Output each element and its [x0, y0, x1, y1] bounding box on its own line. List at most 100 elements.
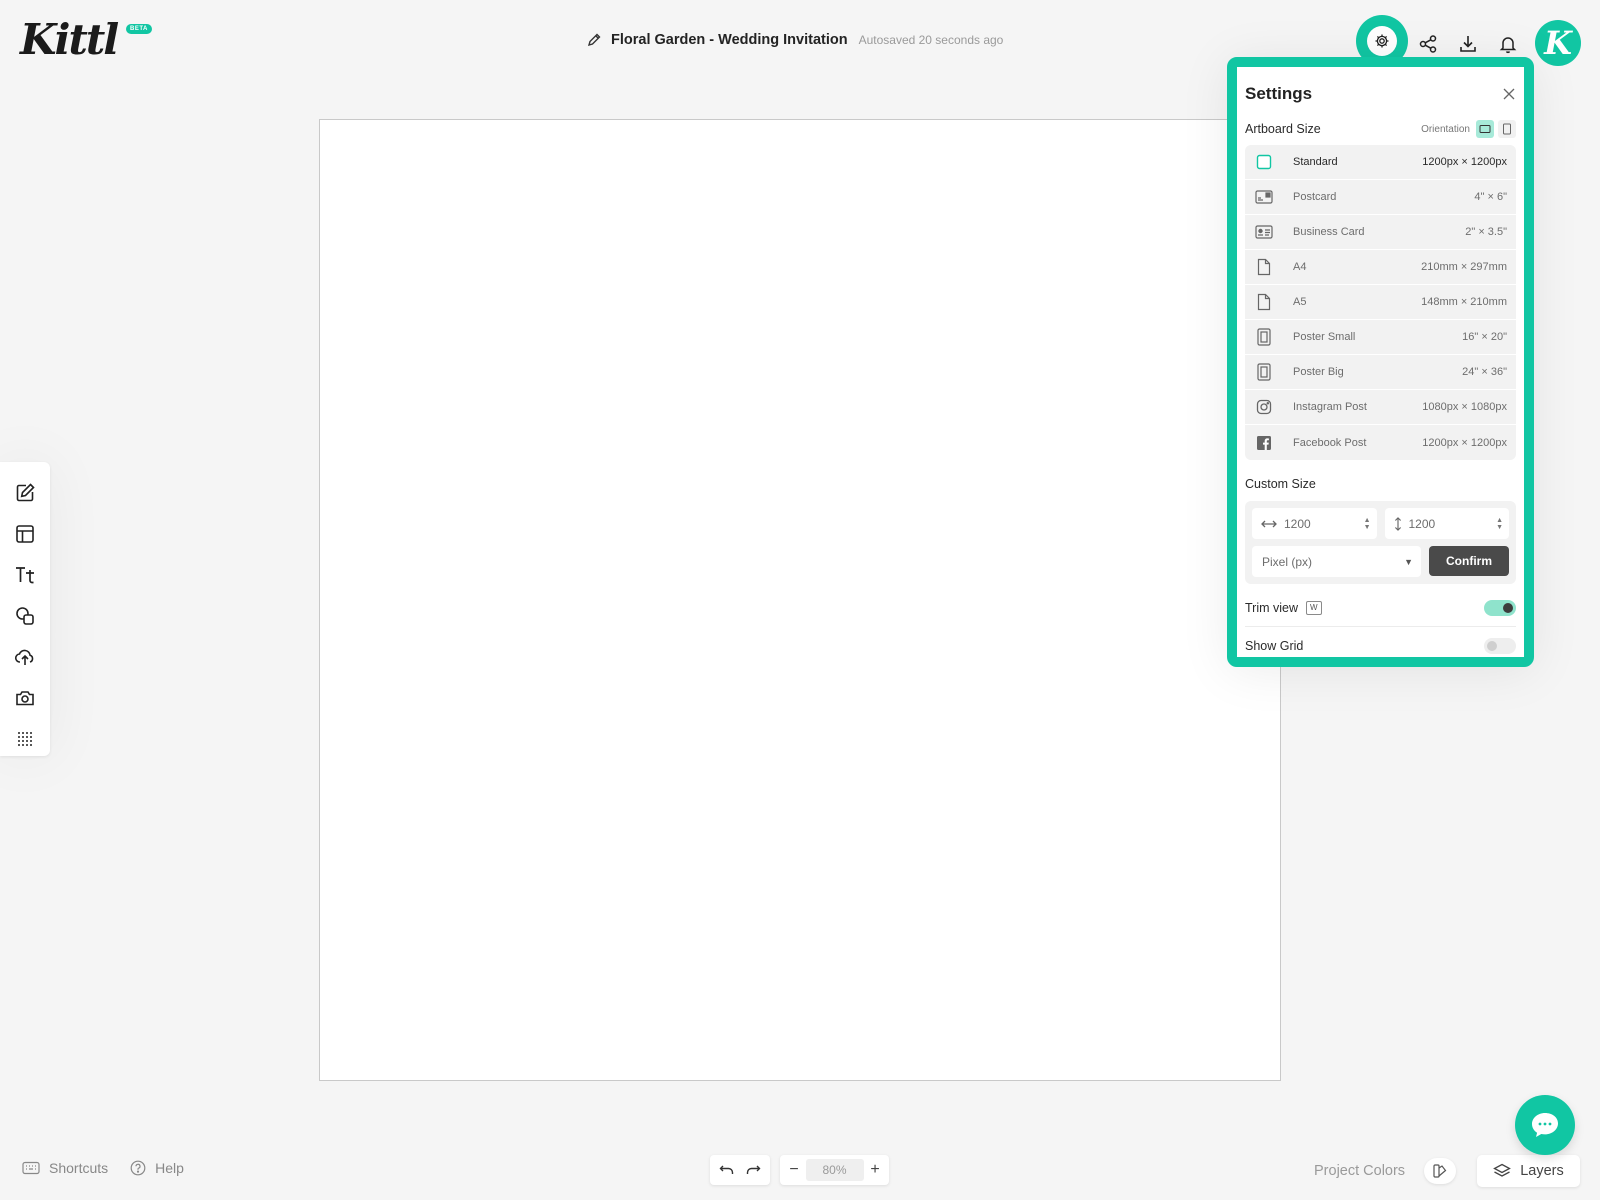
upload-icon — [14, 649, 34, 665]
page-icon — [1257, 293, 1271, 311]
custom-size-box: ▲▼ ▲▼ Pixel (px) ▼ Confirm — [1245, 501, 1516, 584]
tool-more[interactable] — [0, 718, 50, 759]
size-option-poster-small[interactable]: Poster Small 16" × 20" — [1245, 320, 1516, 355]
tool-templates[interactable] — [0, 513, 50, 554]
size-option-poster-big[interactable]: Poster Big 24" × 36" — [1245, 355, 1516, 390]
size-option-facebook-post[interactable]: Facebook Post 1200px × 1200px — [1245, 425, 1516, 460]
size-option-instagram-post[interactable]: Instagram Post 1080px × 1080px — [1245, 390, 1516, 425]
tool-edit[interactable] — [0, 472, 50, 513]
logo-text: Kittl — [20, 15, 119, 64]
show-grid-label: Show Grid — [1245, 638, 1304, 653]
size-dims: 1200px × 1200px — [1422, 156, 1507, 168]
unit-select[interactable]: Pixel (px) ▼ — [1252, 546, 1421, 577]
size-option-a4[interactable]: A4 210mm × 297mm — [1245, 250, 1516, 285]
trim-view-toggle[interactable] — [1484, 600, 1516, 616]
width-stepper[interactable]: ▲ ▼ — [1364, 517, 1371, 531]
portrait-icon — [1503, 123, 1511, 135]
size-option-postcard[interactable]: Postcard 4" × 6" — [1245, 180, 1516, 215]
zoom-controls: − 80% + — [780, 1155, 889, 1185]
help-icon — [130, 1160, 146, 1176]
layers-button[interactable]: Layers — [1477, 1155, 1580, 1187]
size-name: Facebook Post — [1293, 436, 1367, 449]
shortcuts-button[interactable]: Shortcuts — [22, 1160, 108, 1176]
tool-text[interactable] — [0, 554, 50, 595]
project-colors-button[interactable] — [1424, 1158, 1456, 1184]
size-option-a5[interactable]: A5 148mm × 210mm — [1245, 285, 1516, 320]
landscape-icon — [1479, 125, 1491, 133]
user-avatar[interactable]: K — [1535, 20, 1581, 66]
project-colors-label[interactable]: Project Colors — [1314, 1163, 1405, 1179]
download-icon — [1460, 36, 1476, 52]
zoom-level[interactable]: 80% — [805, 1159, 864, 1181]
height-stepper[interactable]: ▲ ▼ — [1496, 517, 1503, 531]
trim-view-shortcut: W — [1306, 601, 1322, 615]
height-field: ▲▼ — [1384, 508, 1509, 539]
tool-shapes[interactable] — [0, 595, 50, 636]
zoom-in-button[interactable]: + — [869, 1161, 881, 1179]
shortcuts-label: Shortcuts — [49, 1160, 109, 1176]
trim-view-label: Trim view — [1245, 601, 1299, 615]
size-dims: 1200px × 1200px — [1422, 436, 1507, 449]
size-name: Business Card — [1293, 226, 1365, 238]
show-grid-toggle[interactable] — [1484, 637, 1516, 654]
close-icon[interactable] — [1502, 87, 1516, 101]
bottom-left-links: Shortcuts Help — [22, 1160, 184, 1176]
tool-upload[interactable] — [0, 636, 50, 677]
kittl-logo[interactable]: Kittl BETA — [20, 15, 152, 64]
confirm-button[interactable]: Confirm — [1429, 546, 1509, 576]
show-grid-row: Show Grid — [1245, 627, 1516, 664]
palette-icon — [1433, 1164, 1447, 1178]
chat-support-button[interactable] — [1515, 1095, 1575, 1155]
size-name: Poster Small — [1293, 331, 1356, 343]
document-title-area[interactable]: Floral Garden - Wedding Invitation Autos… — [586, 32, 1003, 48]
text-icon — [16, 566, 34, 583]
facebook-icon — [1257, 435, 1271, 450]
size-option-business-card[interactable]: Business Card 2" × 3.5" — [1245, 215, 1516, 250]
beta-badge: BETA — [126, 24, 152, 34]
custom-size-label: Custom Size — [1245, 477, 1316, 491]
share-icon — [1419, 35, 1437, 53]
poster-icon — [1257, 328, 1271, 346]
size-option-standard[interactable]: Standard 1200px × 1200px — [1245, 145, 1516, 180]
orientation-label: Orientation — [1421, 123, 1470, 135]
width-field: ▲▼ — [1252, 508, 1377, 539]
edit-icon — [16, 482, 35, 501]
layers-icon — [1493, 1163, 1512, 1177]
business-card-icon — [1255, 225, 1273, 239]
help-label: Help — [155, 1160, 184, 1176]
gear-icon — [1375, 34, 1389, 48]
camera-icon — [16, 690, 34, 705]
undo-icon[interactable] — [719, 1164, 735, 1176]
height-input[interactable] — [1408, 516, 1469, 531]
history-controls — [710, 1155, 770, 1185]
orientation-landscape-button[interactable] — [1476, 120, 1494, 138]
templates-icon — [16, 524, 34, 543]
height-arrows-icon — [1394, 516, 1401, 531]
size-name: Instagram Post — [1293, 401, 1367, 413]
orientation-portrait-button[interactable] — [1498, 120, 1516, 138]
redo-icon[interactable] — [745, 1164, 761, 1176]
left-toolbar — [0, 462, 50, 756]
orientation-control: Orientation — [1421, 120, 1516, 138]
autosave-status: Autosaved 20 seconds ago — [858, 33, 1004, 47]
tool-photos[interactable] — [0, 677, 50, 718]
instagram-icon — [1256, 399, 1272, 415]
width-input[interactable] — [1284, 516, 1344, 531]
size-dims: 210mm × 297mm — [1421, 261, 1507, 273]
size-dims: 16" × 20" — [1462, 331, 1507, 343]
size-dims: 1080px × 1080px — [1422, 401, 1507, 413]
postcard-icon — [1255, 190, 1273, 204]
size-dims: 24" × 36" — [1462, 366, 1507, 378]
chevron-down-icon: ▼ — [1404, 556, 1413, 567]
shapes-icon — [16, 606, 34, 625]
page-icon — [1257, 258, 1271, 276]
grid-dots-icon — [18, 731, 32, 746]
poster-icon — [1257, 363, 1271, 381]
help-button[interactable]: Help — [130, 1160, 184, 1176]
zoom-out-button[interactable]: − — [788, 1161, 800, 1179]
bell-icon — [1499, 37, 1517, 54]
document-title[interactable]: Floral Garden - Wedding Invitation — [611, 32, 848, 48]
artboard-canvas[interactable] — [319, 119, 1281, 1081]
pencil-icon[interactable] — [586, 32, 602, 48]
keyboard-icon — [22, 1161, 40, 1175]
